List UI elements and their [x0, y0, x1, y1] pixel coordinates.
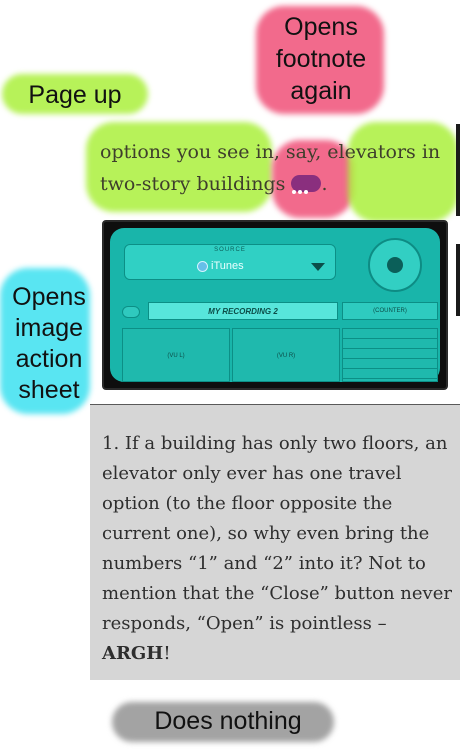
book-text-line-2-period: .	[321, 173, 328, 195]
app-screenshot: SOURCE iTunes MY RECORDING 2 (COUNTER) (…	[110, 228, 440, 382]
source-value: iTunes	[211, 260, 244, 272]
footnote-end: !	[163, 643, 171, 664]
image-action-label-1: Opens	[12, 283, 86, 311]
chevron-down-icon	[311, 263, 325, 271]
knob-center	[387, 257, 403, 273]
book-text-line-2[interactable]: two-story buildings .	[100, 168, 450, 200]
does-nothing-label: Does nothing	[154, 707, 302, 735]
footnote-text: 1. If a building has only two floors, an…	[102, 429, 454, 669]
source-label: SOURCE	[214, 247, 246, 253]
source-selector: SOURCE iTunes	[124, 244, 336, 280]
record-knob-icon	[368, 238, 422, 292]
page-edge-bar	[456, 124, 460, 216]
lines-panel	[342, 328, 438, 382]
book-image[interactable]: SOURCE iTunes MY RECORDING 2 (COUNTER) (…	[102, 220, 448, 390]
counter-display: (COUNTER)	[342, 302, 438, 320]
image-action-label-3: action	[15, 345, 83, 373]
page-up-label: Page up	[28, 81, 122, 109]
image-action-label-4: sheet	[18, 376, 80, 404]
vu-left-meter: (VU L)	[122, 328, 230, 382]
book-text-line-2-words: two-story buildings	[100, 173, 286, 195]
footnote-again-label-1: Opens	[284, 13, 358, 41]
recording-icon	[122, 306, 140, 318]
footnote-again-label-2: footnote	[275, 45, 367, 73]
recording-name: MY RECORDING 2	[148, 302, 338, 320]
footnote-body: 1. If a building has only two floors, an…	[102, 433, 452, 634]
itunes-icon	[197, 261, 208, 272]
footnote-again-label-3: again	[290, 77, 352, 105]
footnote-marker-icon[interactable]	[291, 174, 322, 194]
book-text-line-1[interactable]: options you see in, say, elevators in	[100, 136, 450, 168]
footnote-bold: ARGH	[102, 643, 164, 664]
image-edge-bar	[456, 244, 460, 316]
image-action-label-2: image	[14, 314, 84, 342]
footnote-popover[interactable]: 1. If a building has only two floors, an…	[90, 404, 460, 680]
vu-right-meter: (VU R)	[232, 328, 340, 382]
